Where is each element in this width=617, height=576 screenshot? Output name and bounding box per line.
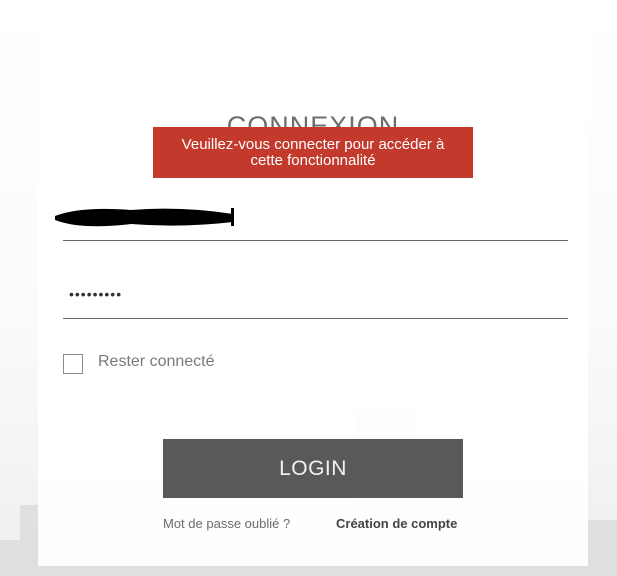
- username-field-container: [55, 192, 568, 241]
- remember-label: Rester connecté: [98, 353, 215, 370]
- forgot-password-link[interactable]: Mot de passe oublié ?: [163, 516, 290, 531]
- create-account-link[interactable]: Création de compte: [336, 516, 457, 531]
- password-field-container: [63, 270, 568, 319]
- password-input[interactable]: [63, 270, 568, 318]
- error-alert: Veuillez-vous connecter pour accéder à c…: [153, 127, 473, 178]
- login-button[interactable]: LOGIN: [163, 439, 463, 498]
- remember-checkbox[interactable]: [63, 354, 83, 374]
- username-input[interactable]: [63, 192, 568, 240]
